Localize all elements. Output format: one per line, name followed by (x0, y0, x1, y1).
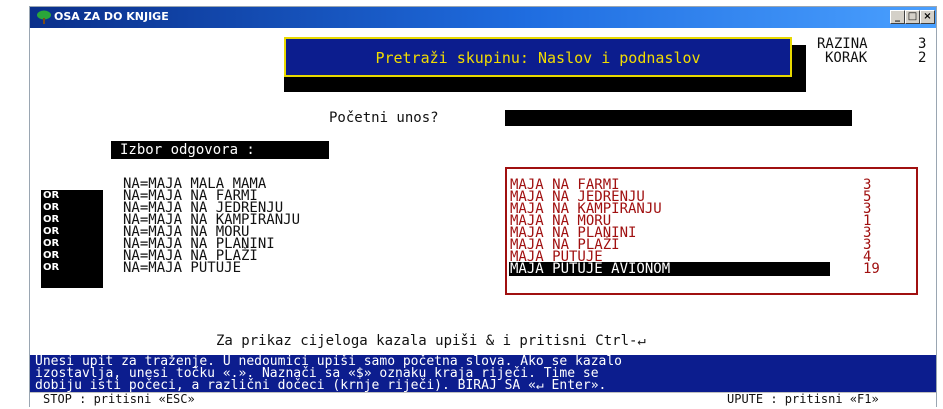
banner-text: Pretraži skupinu: Naslov i podnaslov (375, 49, 701, 67)
title-bar[interactable]: OSA ZA DO KNJIGE _ □ × (30, 7, 936, 28)
initial-entry-value: MAJA MALA (538, 126, 615, 142)
or-operator: OR (43, 202, 60, 213)
index-hint: Za prikaz cijeloga kazala upiši & i prit… (216, 333, 646, 349)
banner-shadow-right (792, 45, 806, 92)
status-bar: STOP : pritisni «ESC» UPUTE : pritisni «… (30, 392, 936, 407)
banner-shadow-bottom (284, 77, 806, 92)
korak-value: 2 (918, 50, 927, 66)
help-key-hint: UPUTE : pritisni «F1» (727, 392, 879, 406)
initial-entry-input[interactable]: MAJA MALA (505, 110, 852, 142)
answer-list: MAJA NA FARMI 3 MAJA NA JEDRENJU 5 MAJA … (505, 167, 918, 295)
close-button[interactable]: × (920, 10, 935, 24)
selection-header: Izbor odgovora : (111, 141, 329, 159)
query-line[interactable]: NA=MAJA PUTUJE (123, 260, 241, 276)
or-operator: OR (43, 214, 60, 225)
window-title: OSA ZA DO KNJIGE (54, 10, 169, 23)
help-line: dobiju isti počeci, a različni dočeci (k… (35, 378, 607, 393)
maximize-button[interactable]: □ (905, 10, 920, 24)
or-operator: OR (43, 262, 60, 273)
selection-label: Izbor odgovora : (120, 142, 255, 158)
or-operator: OR (43, 226, 60, 237)
search-group-banner: Pretraži skupinu: Naslov i podnaslov (284, 37, 792, 77)
help-panel: Unesi upit za traženje. U nedoumici upiš… (30, 355, 936, 392)
or-operator: OR (43, 250, 60, 261)
app-window: OSA ZA DO KNJIGE _ □ × RAZINA 3 KORAK 2 … (29, 6, 937, 407)
answer-title-selected: MAJA PUTUJE AVIONOM (510, 261, 671, 277)
or-operator: OR (43, 190, 60, 201)
or-operator: OR (43, 238, 60, 249)
or-operator-column: OR OR OR OR OR OR OR (41, 190, 103, 288)
initial-entry-label: Početni unos? (329, 110, 439, 126)
minimize-button[interactable]: _ (890, 10, 905, 24)
selected-answer-highlight[interactable]: MAJA PUTUJE AVIONOM (509, 261, 830, 277)
answer-count: 19 (863, 261, 880, 277)
korak-label: KORAK (825, 50, 868, 66)
stop-hint: STOP : pritisni «ESC» (43, 392, 195, 406)
tree-icon (37, 10, 51, 24)
